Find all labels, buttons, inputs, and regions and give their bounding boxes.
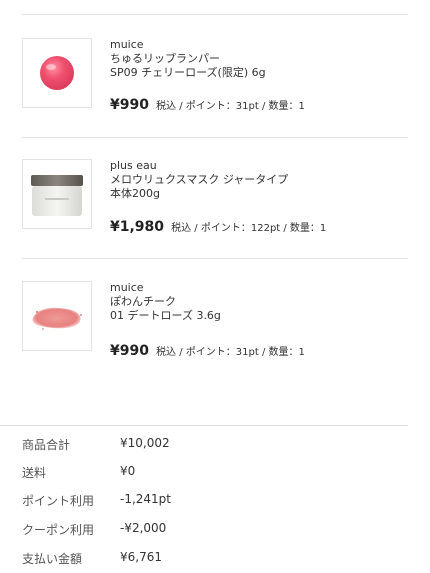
product-meta: 税込 / ポイント：31pt / 数量：1 xyxy=(156,101,305,112)
summary-row-subtotal: 商品合計 ¥10,002 xyxy=(22,436,408,456)
summary-row-coupon: クーポン利用 -¥2,000 xyxy=(22,521,408,541)
product-price: ¥1,980 xyxy=(110,219,165,235)
summary-value: -1,241pt xyxy=(120,492,172,506)
product-brand: plus eau xyxy=(110,159,157,172)
summary-value: ¥0 xyxy=(120,464,136,478)
product-image[interactable] xyxy=(22,281,92,351)
price-row: ¥990 税込 / ポイント：31pt / 数量：1 xyxy=(110,94,305,113)
product-brand: muice xyxy=(110,281,144,294)
summary-divider xyxy=(0,425,408,426)
product-name[interactable]: ぽわんチーク xyxy=(110,295,410,309)
summary-label: ポイント利用 xyxy=(22,494,95,508)
product-meta: 税込 / ポイント：31pt / 数量：1 xyxy=(156,347,305,358)
jar-icon xyxy=(31,175,83,216)
summary-label: クーポン利用 xyxy=(22,523,95,537)
product-price: ¥990 xyxy=(110,97,149,113)
product-meta: 税込 / ポイント：122pt / 数量：1 xyxy=(171,223,327,234)
product-variant: 01 デートローズ 3.6g xyxy=(110,309,221,322)
price-row: ¥1,980 税込 / ポイント：122pt / 数量：1 xyxy=(110,216,326,235)
summary-label: 商品合計 xyxy=(22,438,71,452)
summary-row-points: ポイント利用 -1,241pt xyxy=(22,492,408,512)
product-image[interactable] xyxy=(22,38,92,108)
summary-value: -¥2,000 xyxy=(120,521,167,535)
item-divider xyxy=(22,258,408,259)
summary-row-total: 支払い金額 ¥6,761 xyxy=(22,550,408,570)
top-divider xyxy=(22,14,408,15)
product-price: ¥990 xyxy=(110,343,149,359)
summary-label: 送料 xyxy=(22,466,47,480)
summary-value: ¥6,761 xyxy=(120,550,162,564)
product-brand: muice xyxy=(110,38,144,51)
product-image[interactable] xyxy=(22,159,92,229)
item-divider xyxy=(22,137,408,138)
product-variant: SP09 チェリーローズ(限定) 6g xyxy=(110,66,266,79)
summary-value: ¥10,002 xyxy=(120,436,170,450)
product-name[interactable]: メロウリュクスマスク ジャータイプ xyxy=(110,173,410,187)
summary-label: 支払い金額 xyxy=(22,552,83,566)
cherry-lip-swatch-icon xyxy=(40,56,74,90)
summary-row-shipping: 送料 ¥0 xyxy=(22,464,408,484)
cheek-powder-swatch-icon xyxy=(32,307,82,330)
product-name[interactable]: ちゅるリップランパー xyxy=(110,52,410,66)
product-variant: 本体200g xyxy=(110,187,160,200)
price-row: ¥990 税込 / ポイント：31pt / 数量：1 xyxy=(110,340,305,359)
